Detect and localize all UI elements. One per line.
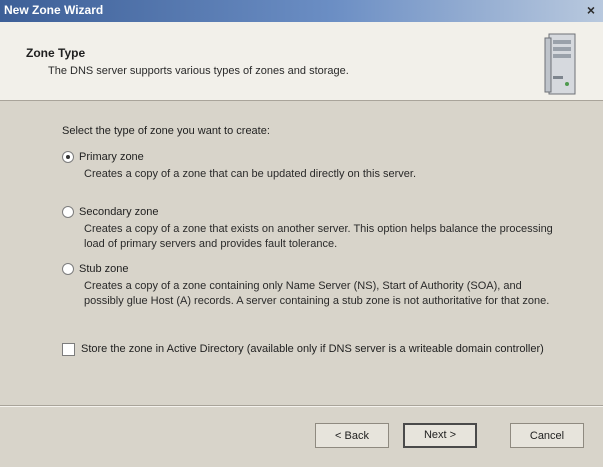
page-subtitle: The DNS server supports various types of…	[48, 65, 349, 77]
primary-zone-description: Creates a copy of a zone that can be upd…	[84, 168, 417, 181]
wizard-body: Select the type of zone you want to crea…	[0, 101, 603, 405]
zone-type-prompt: Select the type of zone you want to crea…	[62, 125, 270, 137]
stub-zone-description: Creates a copy of a zone containing only…	[84, 280, 550, 308]
secondary-zone-description: Creates a copy of a zone that exists on …	[84, 223, 553, 251]
wizard-header: Zone Type The DNS server supports variou…	[0, 22, 603, 101]
primary-zone-label: Primary zone	[79, 151, 144, 164]
store-in-ad-option[interactable]: Store the zone in Active Directory (avai…	[62, 342, 562, 357]
stub-zone-label: Stub zone	[79, 263, 129, 276]
option-primary-zone[interactable]: Primary zone Creates a copy of a zone th…	[62, 151, 564, 182]
footer-divider-highlight	[0, 406, 603, 407]
secondary-zone-radio[interactable]	[62, 206, 74, 219]
title-bar[interactable]: New Zone Wizard ×	[0, 0, 603, 22]
store-in-ad-label: Store the zone in Active Directory (avai…	[81, 343, 544, 355]
stub-zone-radio[interactable]	[62, 263, 74, 276]
next-button[interactable]: Next >	[403, 423, 477, 448]
close-icon[interactable]: ×	[583, 2, 599, 18]
back-button[interactable]: < Back	[315, 423, 389, 448]
secondary-zone-label: Secondary zone	[79, 206, 159, 219]
page-title: Zone Type	[26, 46, 86, 60]
window-title: New Zone Wizard	[4, 3, 104, 17]
new-zone-wizard-window: New Zone Wizard × Zone Type The DNS serv…	[0, 0, 603, 467]
server-icon	[544, 33, 576, 95]
option-secondary-zone[interactable]: Secondary zone Creates a copy of a zone …	[62, 206, 564, 252]
store-in-ad-checkbox[interactable]	[62, 343, 75, 356]
cancel-button[interactable]: Cancel	[510, 423, 584, 448]
primary-zone-radio[interactable]	[62, 151, 74, 164]
option-stub-zone[interactable]: Stub zone Creates a copy of a zone conta…	[62, 263, 564, 309]
